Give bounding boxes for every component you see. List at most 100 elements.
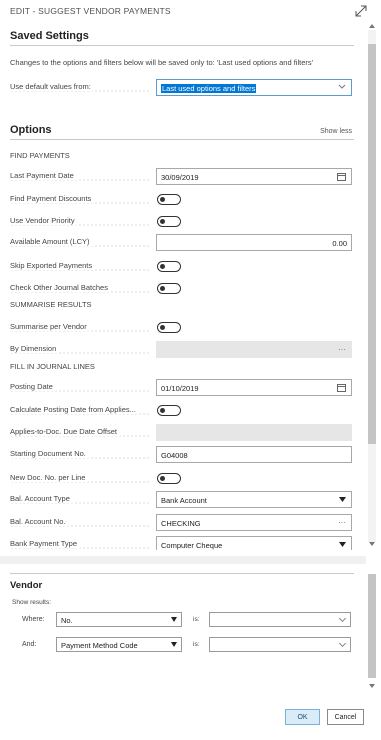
last-payment-date-row: Last Payment Date 30/09/2019 [0, 168, 366, 186]
bal-account-no-row: Bal. Account No. CHECKING ··· [0, 514, 366, 532]
summarise-per-vendor-row: Summarise per Vendor [0, 319, 366, 337]
find-payment-discounts-label: Find Payment Discounts [10, 194, 95, 203]
due-date-offset-input[interactable] [156, 424, 352, 441]
bal-account-type-row: Bal. Account Type Bank Account [0, 491, 366, 509]
check-other-batches-label: Check Other Journal Batches [10, 283, 111, 292]
available-amount-label: Available Amount (LCY) [10, 237, 93, 246]
by-dimension-input[interactable]: ··· [156, 341, 352, 358]
cancel-button[interactable]: Cancel [327, 709, 364, 725]
bal-account-type-label: Bal. Account Type [10, 494, 73, 503]
find-payment-discounts-row: Find Payment Discounts [0, 191, 366, 209]
new-doc-no-toggle[interactable] [157, 473, 181, 484]
posting-date-label: Posting Date [10, 382, 56, 391]
section-divider [10, 45, 354, 46]
options-scrollbar[interactable] [366, 22, 378, 550]
section-divider [10, 139, 354, 140]
available-amount-input[interactable]: 0.00 [156, 234, 352, 251]
is-label: is: [193, 641, 200, 648]
ok-button[interactable]: OK [285, 709, 320, 725]
calendar-icon[interactable] [337, 172, 346, 181]
skip-exported-payments-row: Skip Exported Payments [0, 258, 366, 276]
bal-account-no-input[interactable]: CHECKING ··· [156, 514, 352, 531]
posting-date-input[interactable]: 01/10/2019 [156, 379, 352, 396]
caret-down-icon [339, 542, 346, 547]
starting-doc-no-label: Starting Document No. [10, 449, 89, 458]
summarise-results-group: SUMMARISE RESULTS [10, 300, 92, 309]
panel-divider [0, 556, 366, 564]
due-date-offset-row: Applies-to-Doc. Due Date Offset [0, 424, 366, 442]
bank-payment-type-label: Bank Payment Type [10, 539, 80, 548]
options-panel: Saved Settings Changes to the options an… [0, 22, 366, 550]
use-default-values-row: Use default values from: Last used optio… [0, 79, 366, 97]
available-amount-row: Available Amount (LCY) 0.00 [0, 234, 366, 252]
scrollbar-thumb[interactable] [368, 44, 376, 444]
and-field-select[interactable]: Payment Method Code [56, 637, 182, 652]
bal-account-no-value: CHECKING [161, 519, 201, 528]
bank-payment-type-value: Computer Cheque [161, 541, 223, 550]
skip-exported-payments-toggle[interactable] [157, 261, 181, 272]
calc-posting-date-label: Calculate Posting Date from Applies... [10, 405, 139, 414]
fill-in-journal-lines-group: FILL IN JOURNAL LINES [10, 362, 95, 371]
bank-payment-type-row: Bank Payment Type Computer Cheque [0, 536, 366, 550]
scroll-up-icon[interactable] [369, 24, 375, 28]
summarise-per-vendor-toggle[interactable] [157, 322, 181, 333]
vendor-scrollbar[interactable] [366, 564, 378, 694]
vendor-filter-panel: Vendor Show results: Where: No. is: And:… [0, 564, 366, 694]
calc-posting-date-toggle[interactable] [157, 405, 181, 416]
where-field-value: No. [61, 616, 73, 625]
scroll-down-icon[interactable] [369, 542, 375, 546]
find-payments-group: FIND PAYMENTS [10, 151, 70, 160]
use-default-values-value: Last used options and filters [161, 84, 257, 93]
skip-exported-payments-label: Skip Exported Payments [10, 261, 96, 270]
and-value-input[interactable] [209, 637, 351, 652]
and-field-value: Payment Method Code [61, 641, 138, 650]
options-heading: Options [10, 124, 52, 136]
use-vendor-priority-row: Use Vendor Priority [0, 213, 366, 231]
where-value-input[interactable] [209, 612, 351, 627]
bal-account-type-value: Bank Account [161, 496, 207, 505]
starting-doc-no-row: Starting Document No. G04008 [0, 446, 366, 464]
by-dimension-label: By Dimension [10, 344, 60, 353]
use-default-values-label: Use default values from: [10, 82, 94, 91]
summarise-per-vendor-label: Summarise per Vendor [10, 322, 90, 331]
posting-date-value: 01/10/2019 [161, 384, 199, 393]
by-dimension-row: By Dimension ··· [0, 341, 366, 359]
vendor-heading: Vendor [10, 580, 43, 591]
last-payment-date-value: 30/09/2019 [161, 173, 199, 182]
and-label: And: [22, 641, 37, 648]
use-default-values-select[interactable]: Last used options and filters [156, 79, 352, 96]
bal-account-type-select[interactable]: Bank Account [156, 491, 352, 508]
bal-account-no-label: Bal. Account No. [10, 517, 69, 526]
show-less-link[interactable]: Show less [320, 128, 352, 135]
last-payment-date-input[interactable]: 30/09/2019 [156, 168, 352, 185]
expand-diagonal-icon[interactable] [355, 5, 367, 17]
check-other-batches-toggle[interactable] [157, 283, 181, 294]
use-vendor-priority-toggle[interactable] [157, 216, 181, 227]
calendar-icon[interactable] [337, 383, 346, 392]
chevron-down-icon [338, 614, 347, 623]
posting-date-row: Posting Date 01/10/2019 [0, 379, 366, 397]
assist-edit-icon[interactable]: ··· [338, 345, 346, 354]
starting-doc-no-input[interactable]: G04008 [156, 446, 352, 463]
window-title: EDIT - SUGGEST VENDOR PAYMENTS [10, 6, 171, 16]
calc-posting-date-row: Calculate Posting Date from Applies... [0, 402, 366, 420]
find-payment-discounts-toggle[interactable] [157, 194, 181, 205]
show-results-label: Show results: [12, 599, 52, 606]
scroll-down-icon[interactable] [369, 684, 375, 688]
caret-down-icon [171, 617, 177, 622]
saved-settings-heading: Saved Settings [10, 30, 89, 42]
assist-edit-icon[interactable]: ··· [338, 518, 346, 527]
where-label: Where: [22, 616, 45, 623]
new-doc-no-row: New Doc. No. per Line [0, 470, 366, 488]
section-divider [10, 573, 354, 574]
last-payment-date-label: Last Payment Date [10, 171, 77, 180]
scrollbar-thumb[interactable] [368, 574, 376, 678]
chevron-down-icon [338, 84, 346, 89]
is-label: is: [193, 616, 200, 623]
title-bar: EDIT - SUGGEST VENDOR PAYMENTS [0, 0, 381, 22]
caret-down-icon [171, 642, 177, 647]
chevron-down-icon [338, 639, 347, 648]
bank-payment-type-select[interactable]: Computer Cheque [156, 536, 352, 550]
caret-down-icon [339, 497, 346, 502]
where-field-select[interactable]: No. [56, 612, 182, 627]
